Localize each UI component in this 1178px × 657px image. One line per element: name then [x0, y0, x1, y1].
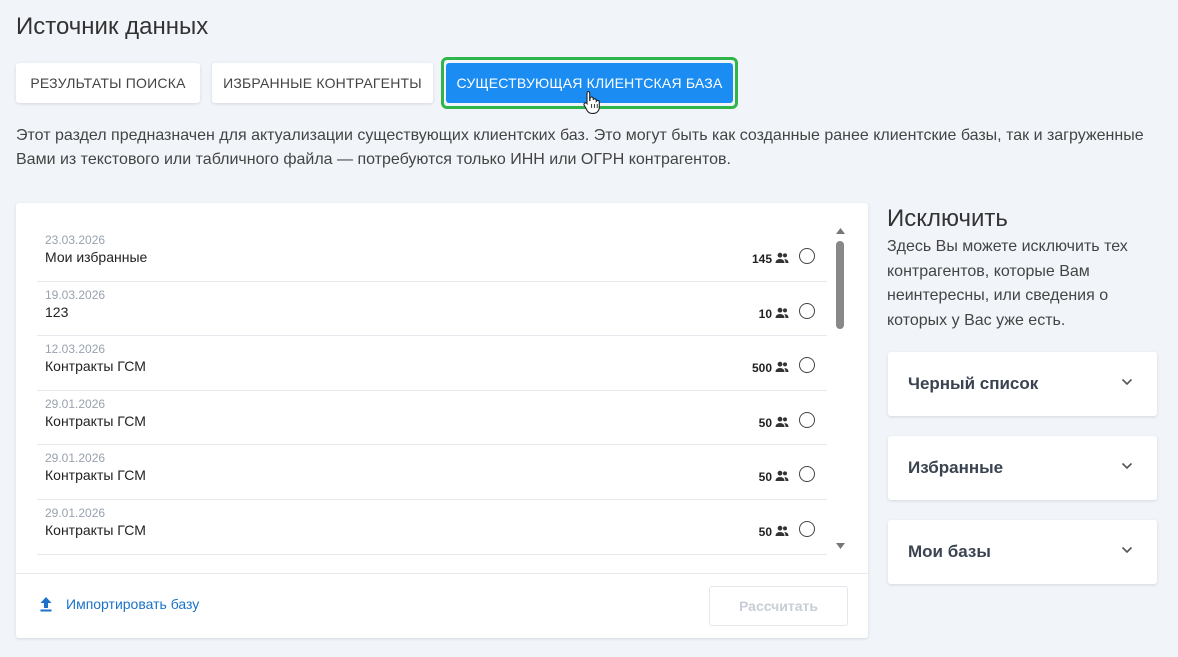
people-icon: [775, 361, 789, 373]
base-name: Контракты ГСМ: [45, 467, 146, 484]
list-item[interactable]: 29.01.2026 Контракты ГСМ 50: [37, 500, 827, 555]
accordion-blacklist[interactable]: Черный список: [888, 352, 1157, 416]
base-name: 123: [45, 303, 69, 320]
list-item[interactable]: 12.03.2026 Контракты ГСМ 500: [37, 336, 827, 391]
select-radio[interactable]: [799, 248, 815, 264]
base-count: 50: [758, 415, 772, 430]
select-radio[interactable]: [799, 302, 815, 319]
base-count: 145: [751, 252, 772, 266]
list-item[interactable]: 29.01.2026 Контракты ГСМ 50: [37, 391, 827, 446]
accordion-label: Избранные: [908, 458, 1004, 477]
base-date: 23.03.2026: [45, 233, 106, 247]
base-date: 29.01.2026: [45, 396, 106, 411]
people-icon: [775, 252, 789, 263]
base-count: 500: [751, 361, 772, 376]
base-count: 50: [758, 470, 772, 485]
accordion-favorites[interactable]: Избранные: [888, 436, 1157, 500]
page-title: Источник данных: [16, 13, 209, 40]
base-name: Контракты ГСМ: [45, 412, 146, 429]
accordion-label: Мои базы: [908, 542, 991, 561]
select-radio[interactable]: [799, 357, 815, 374]
tab-favorite-counterparties[interactable]: ИЗБРАННЫЕ КОНТРАГЕНТЫ: [212, 63, 433, 103]
card-divider: [16, 573, 868, 574]
accordion-label: Черный список: [908, 374, 1039, 393]
scroll-up-arrow-icon[interactable]: [835, 227, 846, 235]
people-icon: [775, 307, 789, 318]
calculate-button[interactable]: Рассчитать: [709, 586, 848, 626]
upload-icon: [40, 597, 52, 612]
base-name: Контракты ГСМ: [45, 358, 146, 375]
base-date: 12.03.2026: [45, 342, 106, 357]
list-item[interactable]: 29.01.2026 Контракты ГСМ 50: [37, 445, 827, 500]
exclude-title: Исключить: [887, 205, 1008, 232]
people-icon: [775, 525, 789, 536]
tab-search-results[interactable]: РЕЗУЛЬТАТЫ ПОИСКА: [16, 63, 200, 103]
base-name: Мои избранные: [45, 249, 148, 265]
client-bases-list: 23.03.2026 Мои избранные 145 19.03.2026 …: [37, 227, 827, 555]
chevron-down-icon: [1121, 378, 1133, 386]
accordion-my-bases[interactable]: Мои базы: [888, 520, 1157, 584]
list-item[interactable]: 23.03.2026 Мои избранные 145: [37, 227, 827, 282]
select-radio[interactable]: [799, 520, 815, 537]
people-icon: [775, 416, 789, 427]
list-item[interactable]: 19.03.2026 123 10: [37, 282, 827, 337]
chevron-down-icon: [1121, 462, 1133, 470]
base-date: 29.01.2026: [45, 451, 106, 466]
base-count: 10: [758, 306, 772, 321]
base-name: Контракты ГСМ: [45, 521, 146, 538]
chevron-down-icon: [1121, 546, 1133, 554]
scrollbar-thumb[interactable]: [836, 241, 844, 329]
import-base-label: Импортировать базу: [66, 596, 200, 612]
base-date: 29.01.2026: [45, 505, 106, 520]
select-radio[interactable]: [799, 411, 815, 428]
people-icon: [775, 471, 789, 482]
select-radio[interactable]: [799, 466, 815, 483]
exclude-description: Здесь Вы можете исключить тех контрагент…: [887, 238, 1128, 329]
import-base-link[interactable]: Импортировать базу: [38, 596, 199, 612]
base-count: 50: [758, 524, 772, 539]
section-description: Этот раздел предназначен для актуализаци…: [16, 127, 1144, 168]
scroll-down-arrow-icon[interactable]: [835, 542, 846, 550]
base-date: 19.03.2026: [45, 287, 106, 302]
hand-cursor-icon: [583, 90, 600, 114]
client-bases-card: 23.03.2026 Мои избранные 145 19.03.2026 …: [16, 203, 868, 638]
